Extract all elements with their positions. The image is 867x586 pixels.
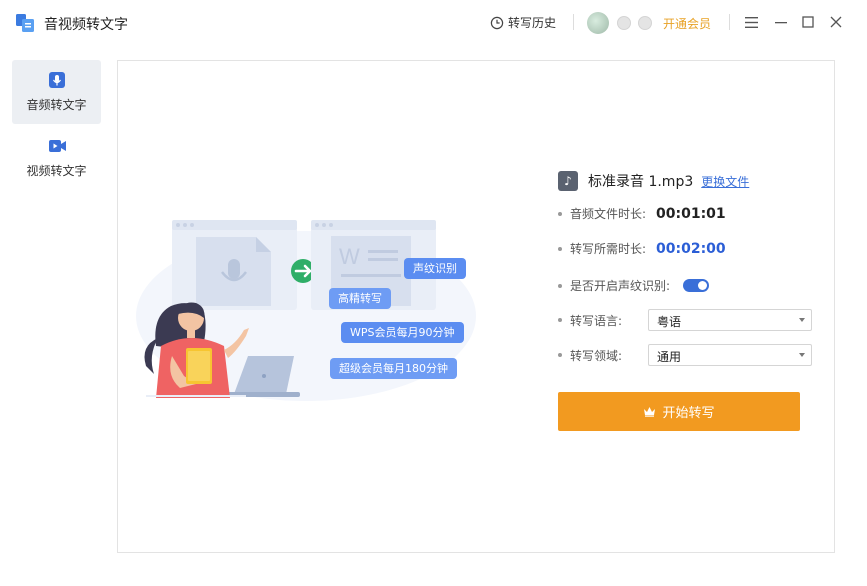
bubble-voiceprint: 声纹识别 xyxy=(404,258,466,279)
clock-icon xyxy=(490,16,504,29)
app-title: 音视频转文字 xyxy=(44,17,128,33)
language-select[interactable]: 粤语 xyxy=(648,309,812,331)
svg-text:W: W xyxy=(339,244,360,269)
maximize-button[interactable] xyxy=(797,11,819,33)
close-button[interactable] xyxy=(825,11,847,33)
chevron-down-icon xyxy=(799,318,805,322)
sidebar: 音频转文字 视频转文字 xyxy=(0,46,117,586)
divider xyxy=(729,14,730,30)
domain-value: 通用 xyxy=(657,350,682,364)
main-panel: W 声纹识别 高精转写 WPS会员每月90分钟 超级会员每月180分钟 ♪ 标准… xyxy=(117,60,835,553)
duration-value: 00:01:01 xyxy=(656,205,726,222)
level-badge-icon xyxy=(638,16,652,30)
file-name: 标准录音 1.mp3 xyxy=(588,174,694,190)
video-camera-icon xyxy=(48,140,66,152)
chevron-down-icon xyxy=(799,353,805,357)
domain-row: 转写领域: 通用 xyxy=(558,344,812,366)
bullet xyxy=(558,283,562,288)
bullet xyxy=(558,211,562,216)
menu-button[interactable] xyxy=(740,11,762,33)
divider xyxy=(573,14,574,30)
history-button[interactable]: 转写历史 xyxy=(490,14,556,31)
illustration: W 声纹识别 高精转写 WPS会员每月90分钟 超级会员每月180分钟 xyxy=(136,206,476,406)
language-label: 转写语言: xyxy=(570,313,623,328)
change-file-link[interactable]: 更换文件 xyxy=(701,173,749,190)
start-transcribe-label: 开始转写 xyxy=(662,406,715,421)
audio-file-icon: ♪ xyxy=(558,171,578,191)
bullet xyxy=(558,246,562,251)
duration-label: 音频文件时长: xyxy=(570,207,647,221)
crown-icon xyxy=(644,407,656,417)
sidebar-item-label: 视频转文字 xyxy=(26,164,87,178)
voiceprint-label: 是否开启声纹识别: xyxy=(570,279,671,293)
member-badge-icon xyxy=(617,16,631,30)
title-bar: 音视频转文字 转写历史 开通会员 xyxy=(0,0,867,46)
history-label: 转写历史 xyxy=(508,16,557,30)
language-value: 粤语 xyxy=(657,315,682,329)
duration-row: 音频文件时长: 00:01:01 xyxy=(558,205,726,222)
needed-time-value: 00:02:00 xyxy=(656,240,726,257)
voiceprint-toggle[interactable] xyxy=(683,279,709,292)
bubble-wps-member: WPS会员每月90分钟 xyxy=(341,322,464,343)
avatar[interactable] xyxy=(587,12,609,34)
app-logo-icon xyxy=(16,14,34,32)
maximize-icon xyxy=(802,16,814,28)
open-vip-button[interactable]: 开通会员 xyxy=(663,15,711,32)
language-row: 转写语言: 粤语 xyxy=(558,309,812,331)
close-icon xyxy=(830,16,842,28)
file-row: ♪ 标准录音 1.mp3 更换文件 xyxy=(558,171,749,191)
minimize-icon xyxy=(775,22,787,24)
sidebar-item-audio-to-text[interactable]: 音频转文字 xyxy=(12,60,101,124)
needed-time-label: 转写所需时长: xyxy=(570,242,647,256)
bullet xyxy=(558,353,562,357)
needed-time-row: 转写所需时长: 00:02:00 xyxy=(558,240,726,257)
start-transcribe-button[interactable]: 开始转写 xyxy=(558,392,800,431)
microphone-icon xyxy=(48,72,65,88)
sidebar-item-label: 音频转文字 xyxy=(26,98,87,112)
voiceprint-row: 是否开启声纹识别: xyxy=(558,277,709,294)
hamburger-icon xyxy=(744,16,758,28)
bubble-super-member: 超级会员每月180分钟 xyxy=(330,358,457,379)
domain-label: 转写领域: xyxy=(570,348,623,363)
minimize-button[interactable] xyxy=(770,11,792,33)
bullet xyxy=(558,318,562,322)
domain-select[interactable]: 通用 xyxy=(648,344,812,366)
sidebar-item-video-to-text[interactable]: 视频转文字 xyxy=(12,126,101,190)
bubble-high-accuracy: 高精转写 xyxy=(329,288,391,309)
